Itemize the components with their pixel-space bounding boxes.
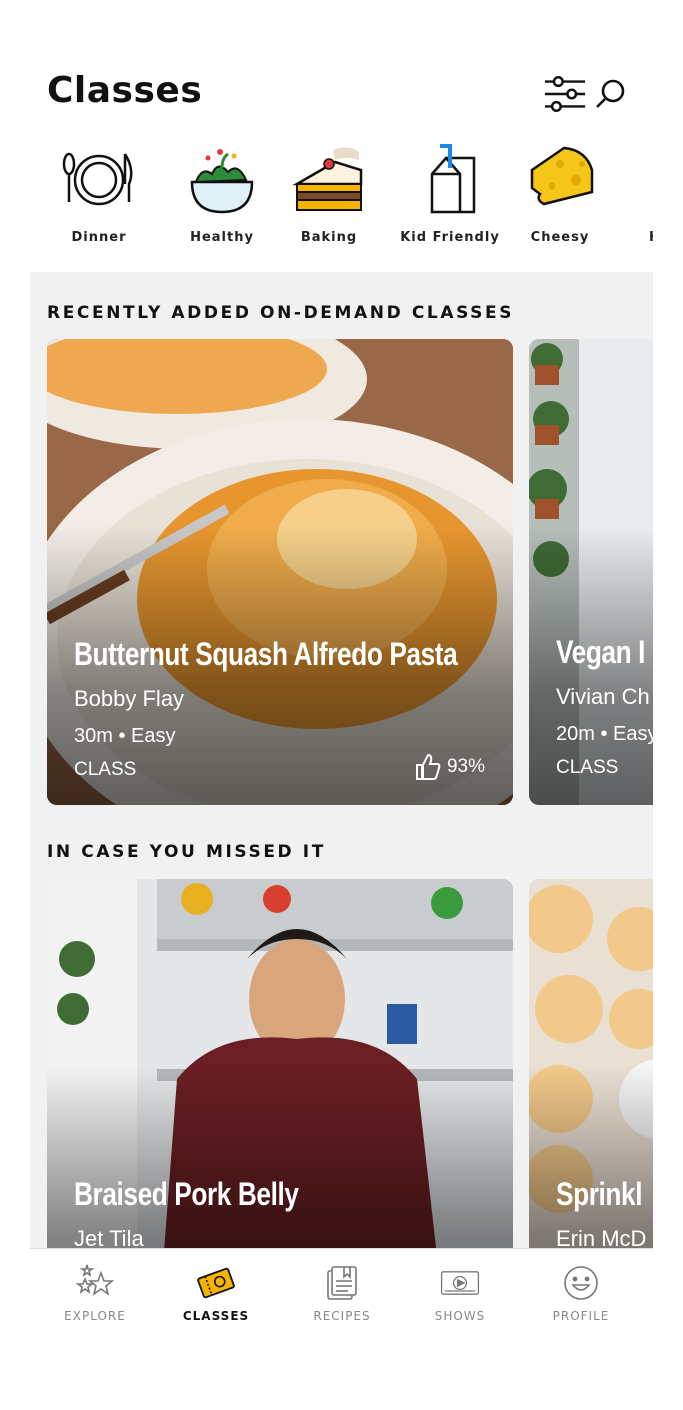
class-title: Vegan I xyxy=(556,634,646,670)
category-dinner[interactable]: Dinner xyxy=(44,140,154,255)
tab-label: RECIPES xyxy=(313,1309,371,1323)
category-label: Cheesy xyxy=(530,230,590,245)
class-card[interactable]: Vegan I Vivian Ch 20m • Easy CLASS xyxy=(529,339,653,805)
tab-label: SHOWS xyxy=(434,1309,486,1323)
class-type: CLASS xyxy=(74,759,137,780)
class-card[interactable]: Butternut Squash Alfredo Pasta Bobby Fla… xyxy=(47,339,513,805)
category-label: H xyxy=(600,230,653,245)
category-label: Kid Friendly xyxy=(400,230,500,245)
category-label: Baking xyxy=(300,230,358,245)
category-cheesy[interactable]: Cheesy xyxy=(505,140,615,255)
tab-shows[interactable]: SHOWS xyxy=(405,1263,515,1323)
milk-carton-icon xyxy=(430,144,476,214)
play-screen-icon xyxy=(440,1271,480,1295)
cheese-icon xyxy=(530,146,594,206)
category-partial[interactable]: H xyxy=(600,140,653,255)
category-carousel: Dinner Healthy Baking Kid Friendly Chees… xyxy=(30,140,653,260)
tab-label: CLASSES xyxy=(182,1309,250,1323)
salad-bowl-icon xyxy=(190,149,254,214)
class-meta: 30m • Easy xyxy=(74,725,176,747)
class-title: Braised Pork Belly xyxy=(74,1176,299,1212)
chef-name: Vivian Ch xyxy=(556,684,650,709)
section-title: RECENTLY ADDED ON-DEMAND CLASSES xyxy=(47,303,515,323)
tab-explore[interactable]: EXPLORE xyxy=(40,1263,150,1323)
stars-icon xyxy=(75,1264,115,1296)
header: Classes xyxy=(47,68,633,118)
chef-name: Jet Tila xyxy=(74,1226,144,1248)
chef-name: Erin McD xyxy=(556,1226,647,1248)
tab-label: EXPLORE xyxy=(64,1309,126,1323)
class-title: Butternut Squash Alfredo Pasta xyxy=(74,636,458,672)
partial-icon xyxy=(615,140,653,220)
sliders-icon xyxy=(544,76,586,112)
classes-screen: Classes Dinner Healthy Baking Kid Friend… xyxy=(30,0,653,1410)
class-ticket-icon xyxy=(197,1267,235,1299)
filter-button[interactable] xyxy=(543,72,587,116)
class-card[interactable]: Sprinkl Erin McD xyxy=(529,879,653,1248)
bottom-tab-bar: EXPLORE CLASSES RECIPES SHOWS PROFILE xyxy=(30,1248,653,1338)
tab-classes[interactable]: CLASSES xyxy=(161,1263,271,1323)
plate-cutlery-icon xyxy=(62,152,133,206)
search-icon xyxy=(596,79,625,108)
cake-slice-icon xyxy=(292,147,363,211)
category-kid-friendly[interactable]: Kid Friendly xyxy=(395,140,505,255)
section-title: IN CASE YOU MISSED IT xyxy=(47,842,326,862)
tab-profile[interactable]: PROFILE xyxy=(526,1263,636,1323)
search-button[interactable] xyxy=(589,72,633,116)
thumbs-up-icon xyxy=(415,753,441,780)
class-meta: 20m • Easy xyxy=(556,723,653,745)
category-label: Dinner xyxy=(71,230,127,245)
chef-name: Bobby Flay xyxy=(74,686,185,711)
category-baking[interactable]: Baking xyxy=(274,140,384,255)
class-title: Sprinkl xyxy=(556,1176,643,1212)
tab-recipes[interactable]: RECIPES xyxy=(287,1263,397,1323)
page-title: Classes xyxy=(47,70,203,111)
smiley-face-icon xyxy=(564,1266,598,1300)
class-type: CLASS xyxy=(556,757,619,778)
category-label: Healthy xyxy=(190,230,254,245)
recipe-book-icon xyxy=(327,1266,357,1300)
category-healthy[interactable]: Healthy xyxy=(167,140,277,255)
tab-label: PROFILE xyxy=(552,1309,610,1323)
content-area: RECENTLY ADDED ON-DEMAND CLASSES Buttern… xyxy=(30,272,653,1248)
rating: 93% xyxy=(413,753,485,781)
class-card[interactable]: Braised Pork Belly Jet Tila xyxy=(47,879,513,1248)
